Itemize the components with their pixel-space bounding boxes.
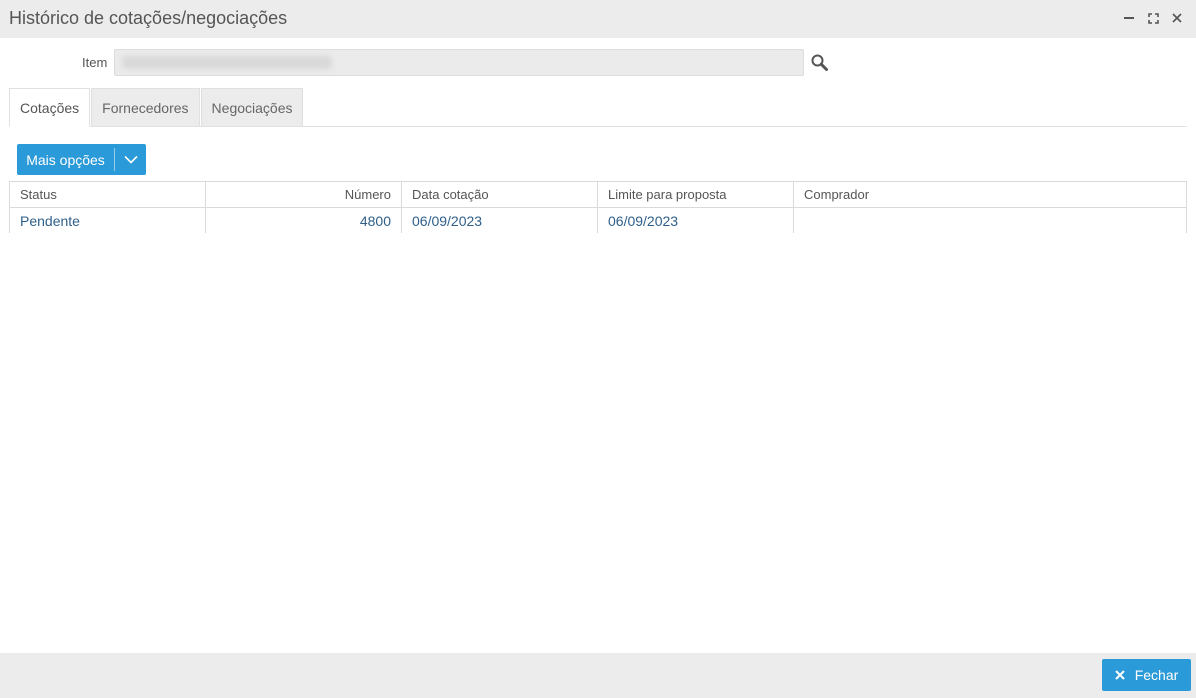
close-button-label: Fechar [1134, 667, 1179, 683]
window-controls [1122, 10, 1184, 26]
item-value-redacted [122, 56, 332, 69]
item-label: Item [82, 55, 108, 70]
cell-limite: 06/09/2023 [597, 207, 794, 233]
dialog-title: Histórico de cotações/negociações [9, 8, 288, 28]
minimize-icon[interactable] [1122, 10, 1136, 26]
close-icon[interactable] [1170, 10, 1184, 26]
maximize-icon[interactable] [1146, 10, 1160, 26]
table-header: Status Número Data cotação Limite para p… [9, 181, 1187, 208]
tab-negociacoes[interactable]: Negociações [200, 88, 304, 126]
title-bar: Histórico de cotações/negociações [0, 0, 1196, 38]
cell-comprador [793, 207, 1187, 233]
footer-bar [0, 653, 1196, 698]
column-header-limite[interactable]: Limite para proposta [597, 181, 794, 208]
more-options-button[interactable]: Mais opções [17, 144, 146, 175]
tab-cotacoes[interactable]: Cotações [9, 88, 91, 127]
tab-fornecedores[interactable]: Fornecedores [91, 88, 200, 126]
cell-status: Pendente [9, 207, 206, 233]
column-header-status[interactable]: Status [9, 181, 206, 208]
dialog-window: Histórico de cotações/negociações Item C… [0, 0, 1196, 698]
column-header-numero[interactable]: Número [205, 181, 402, 208]
tab-bar: Cotações Fornecedores Negociações [9, 88, 1187, 127]
column-header-data-cotacao[interactable]: Data cotação [401, 181, 598, 208]
more-options-label[interactable]: Mais opções [17, 144, 114, 175]
table-row[interactable]: Pendente 4800 06/09/2023 06/09/2023 [9, 207, 1187, 233]
close-button[interactable]: Fechar [1102, 659, 1191, 691]
chevron-down-icon[interactable] [115, 144, 146, 175]
quotations-table: Status Número Data cotação Limite para p… [9, 181, 1187, 233]
cell-data-cotacao: 06/09/2023 [401, 207, 598, 233]
close-x-icon [1114, 670, 1125, 680]
column-header-comprador[interactable]: Comprador [793, 181, 1187, 208]
search-icon[interactable] [810, 53, 830, 73]
cell-numero: 4800 [205, 207, 402, 233]
